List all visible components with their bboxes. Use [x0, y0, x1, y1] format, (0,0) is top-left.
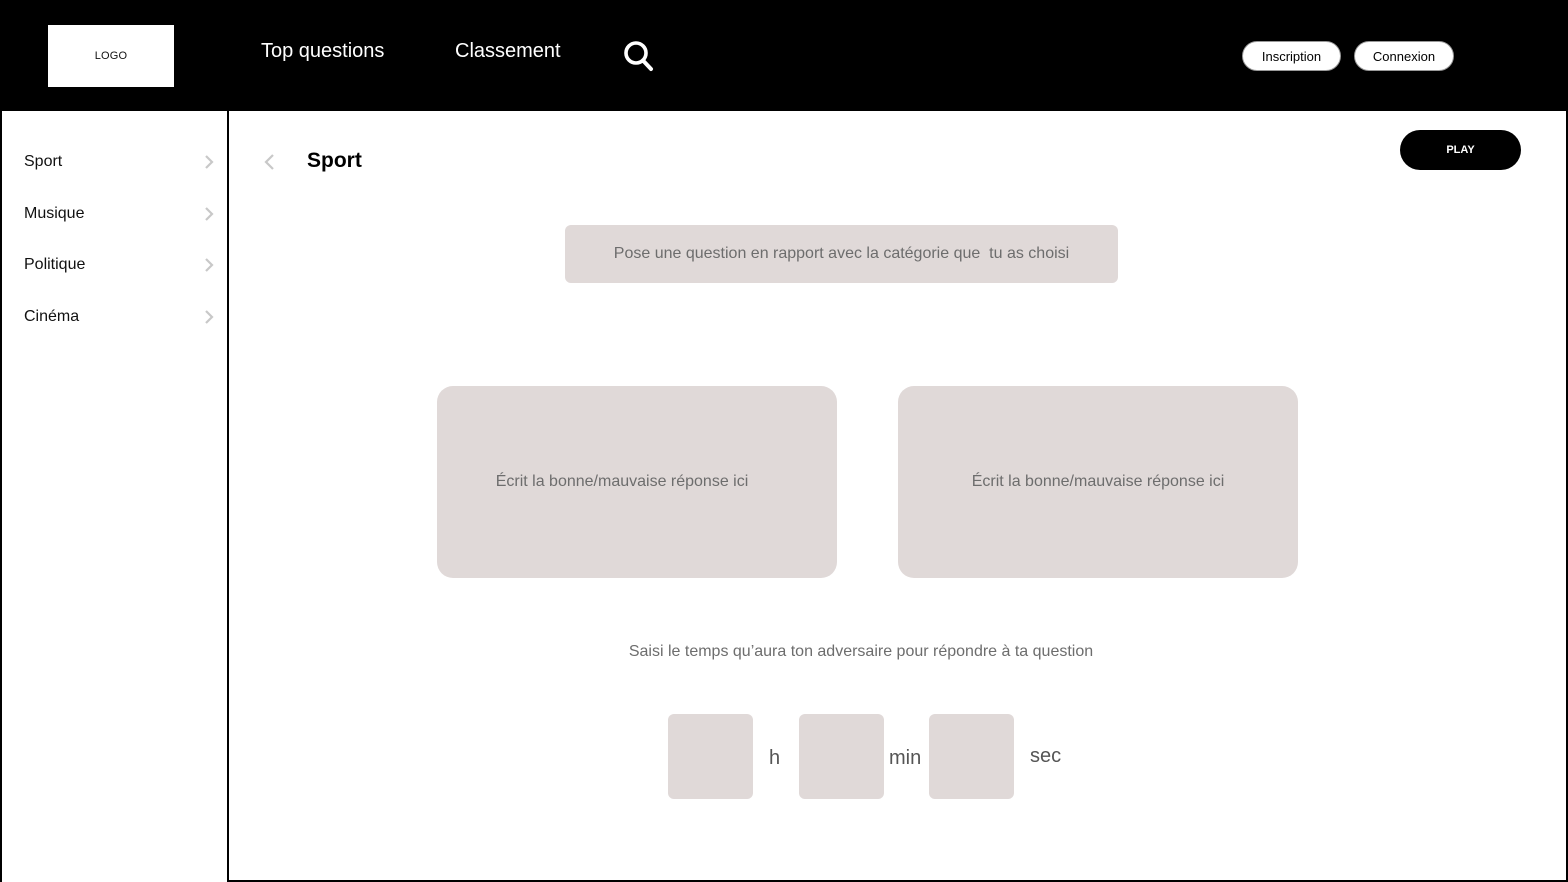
chevron-right-icon	[205, 207, 214, 221]
answer-input-1[interactable]: Écrit la bonne/mauvaise réponse ici	[437, 386, 837, 578]
sidebar-item-politique[interactable]: Politique	[24, 252, 214, 278]
answer-placeholder: Écrit la bonne/mauvaise réponse ici	[495, 473, 749, 490]
hours-input[interactable]	[668, 714, 753, 799]
sidebar-item-musique[interactable]: Musique	[24, 201, 214, 227]
minutes-unit-label: min	[889, 747, 922, 769]
chevron-right-icon	[205, 155, 214, 169]
search-icon[interactable]	[622, 40, 654, 72]
minutes-input[interactable]	[799, 714, 884, 799]
logo[interactable]: LOGO	[48, 25, 174, 87]
chevron-right-icon	[205, 310, 214, 324]
chevron-left-icon[interactable]	[262, 152, 276, 172]
login-button[interactable]: Connexion	[1354, 41, 1454, 71]
nav-top-questions[interactable]: Top questions	[261, 40, 384, 63]
play-button[interactable]: PLAY	[1400, 130, 1521, 170]
sidebar-item-label: Politique	[24, 256, 86, 273]
sidebar-item-label: Cinéma	[24, 308, 80, 325]
category-sidebar: Sport Musique Politique Cinéma	[2, 111, 229, 882]
signup-button[interactable]: Inscription	[1242, 41, 1341, 71]
top-header: LOGO Top questions Classement Inscriptio…	[0, 0, 1568, 111]
sidebar-item-cinema[interactable]: Cinéma	[24, 304, 214, 330]
seconds-input[interactable]	[929, 714, 1014, 799]
sidebar-item-label: Sport	[24, 153, 63, 170]
answer-input-2[interactable]: Écrit la bonne/mauvaise réponse ici	[898, 386, 1298, 578]
seconds-unit-label: sec	[1030, 745, 1062, 767]
page-title: Sport	[307, 149, 362, 172]
chevron-right-icon	[205, 258, 214, 272]
nav-ranking[interactable]: Classement	[455, 40, 561, 63]
sidebar-item-sport[interactable]: Sport	[24, 149, 214, 175]
sidebar-item-label: Musique	[24, 205, 85, 222]
question-input[interactable]	[565, 225, 1118, 283]
answer-placeholder: Écrit la bonne/mauvaise réponse ici	[971, 473, 1225, 490]
hours-unit-label: h	[769, 747, 781, 769]
